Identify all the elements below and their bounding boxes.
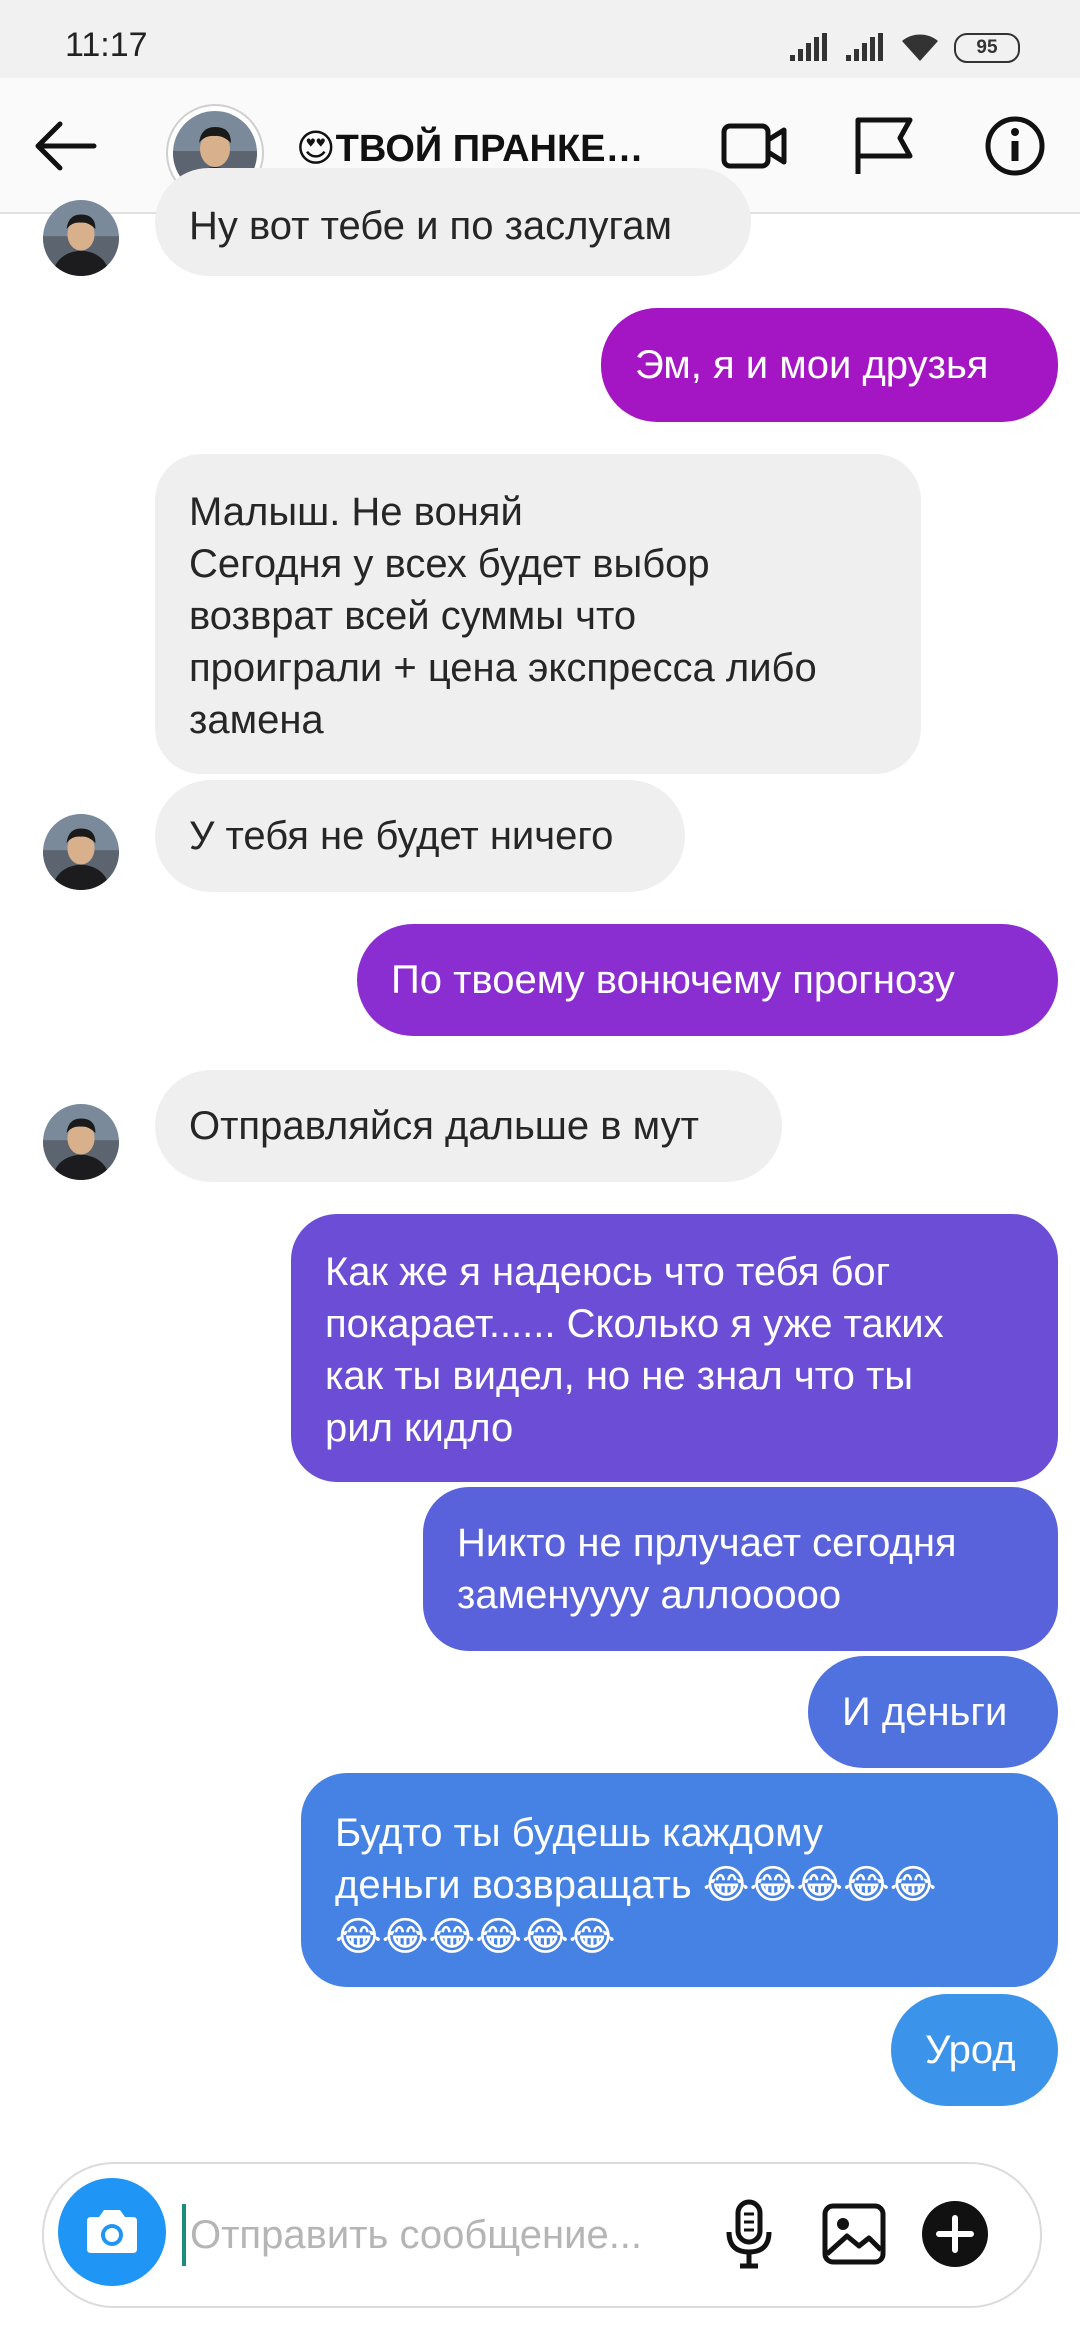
message-incoming[interactable]: Ну вот тебе и по заслугам — [155, 168, 751, 276]
flag-icon — [855, 117, 913, 174]
camera-button[interactable] — [58, 2178, 166, 2286]
gallery-button[interactable] — [819, 2198, 889, 2270]
chat-title[interactable]: 😍ТВОЙ ПРАНКЕ… — [296, 126, 644, 171]
avatar-photo — [43, 1104, 119, 1180]
message-outgoing[interactable]: По твоему вонючему прогнозу — [357, 924, 1058, 1036]
voice-message-button[interactable] — [714, 2198, 784, 2270]
message-incoming[interactable]: У тебя не будет ничего — [155, 780, 685, 892]
signal-icon-2 — [846, 33, 883, 61]
microphone-icon — [726, 2199, 772, 2269]
sender-avatar[interactable] — [43, 1104, 119, 1180]
message-incoming[interactable]: Отправляйся дальше в мут — [155, 1070, 782, 1182]
camera-icon — [87, 2210, 137, 2253]
signal-icon — [790, 33, 827, 61]
message-outgoing[interactable]: Эм, я и мои друзья — [601, 308, 1058, 422]
message-outgoing[interactable]: Как же я надеюсь что тебя бог покарает..… — [291, 1214, 1058, 1482]
gallery-icon — [822, 2203, 886, 2265]
message-outgoing[interactable]: Никто не прлучает сегодня заменуууу алло… — [423, 1487, 1058, 1651]
message-outgoing[interactable]: Урод — [891, 1994, 1058, 2106]
avatar-photo — [43, 200, 119, 276]
status-icons: 95 — [788, 30, 1020, 66]
message-outgoing[interactable]: И деньги — [808, 1656, 1058, 1768]
back-button[interactable] — [30, 114, 100, 178]
video-call-button[interactable] — [720, 114, 790, 178]
report-flag-button[interactable] — [850, 114, 920, 178]
battery-indicator: 95 — [954, 33, 1020, 63]
sender-avatar[interactable] — [43, 200, 119, 276]
wifi-icon — [902, 34, 938, 61]
message-outgoing[interactable]: Будто ты будешь каждому деньги возвращат… — [301, 1773, 1058, 1987]
avatar-photo — [43, 814, 119, 890]
status-time: 11:17 — [65, 26, 148, 64]
info-icon — [985, 116, 1045, 176]
plus-icon — [922, 2201, 988, 2267]
message-incoming[interactable]: Малыш. Не воняй Сегодня у всех будет выб… — [155, 454, 921, 774]
video-call-icon — [721, 123, 787, 169]
info-button[interactable] — [980, 114, 1050, 178]
back-arrow-icon — [35, 121, 97, 171]
message-input[interactable] — [182, 2204, 752, 2266]
status-bar: 11:17 95 — [0, 0, 1080, 78]
message-composer — [42, 2162, 1042, 2308]
more-options-button[interactable] — [920, 2198, 990, 2270]
sender-avatar[interactable] — [43, 814, 119, 890]
